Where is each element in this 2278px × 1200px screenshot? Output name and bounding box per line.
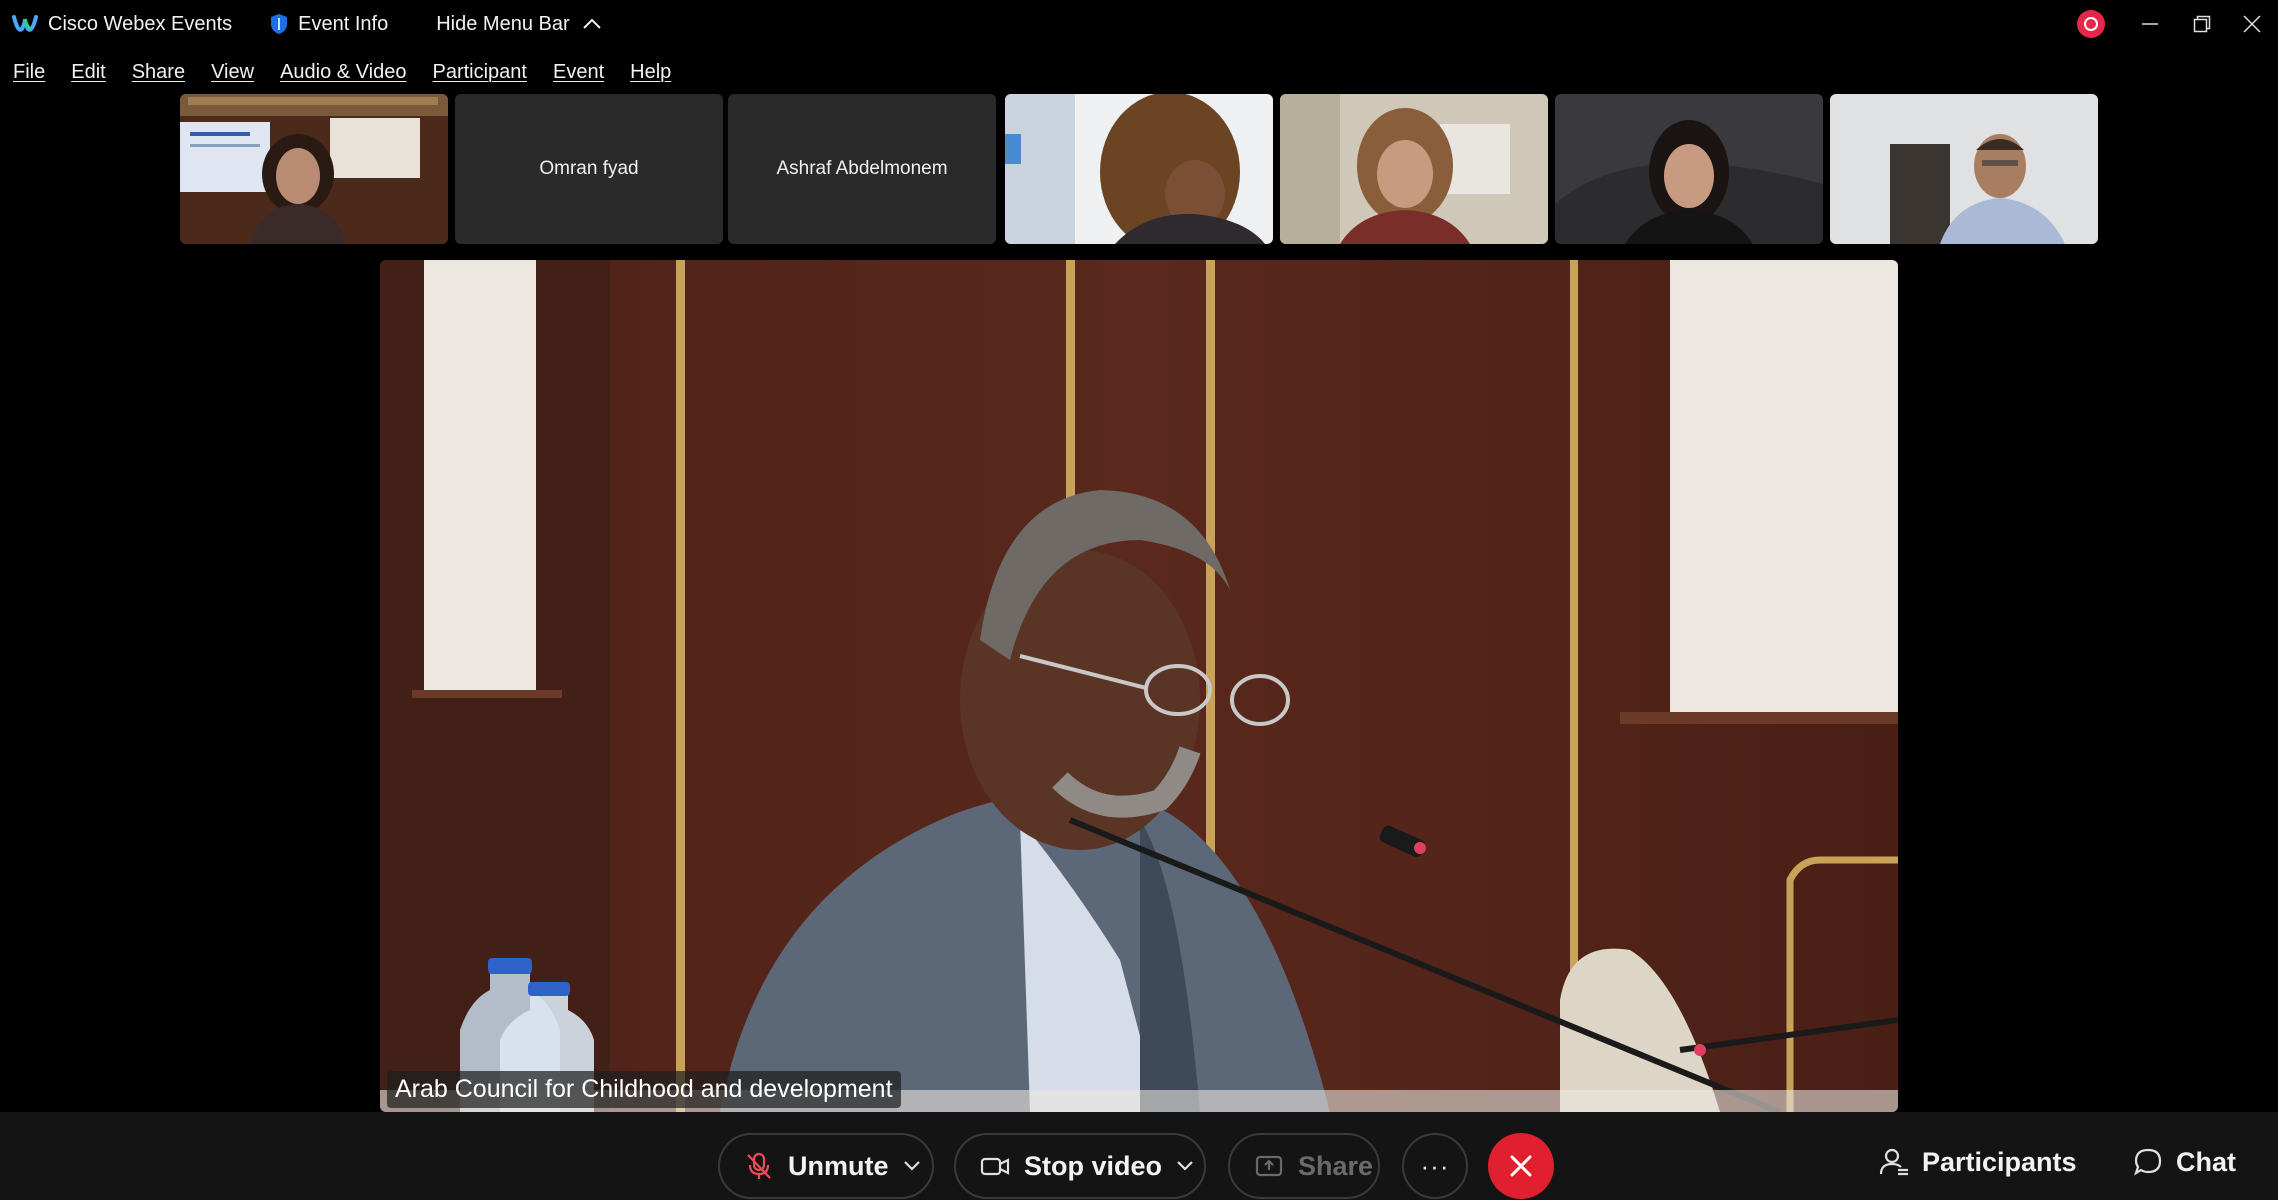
menu-edit[interactable]: Edit: [71, 61, 105, 84]
app-name: Cisco Webex Events: [48, 12, 233, 35]
participants-label: Participants: [1922, 1146, 2077, 1177]
stop-video-label: Stop video: [1024, 1150, 1163, 1181]
close-icon: [1510, 1155, 1532, 1177]
unmute-button[interactable]: Unmute: [718, 1133, 934, 1199]
participant-name-tile[interactable]: Omran fyad: [455, 94, 723, 244]
participant-video: [1280, 94, 1548, 244]
chevron-up-icon: [582, 18, 601, 29]
menu-event[interactable]: Event: [553, 61, 604, 84]
leave-meeting-button[interactable]: [1488, 1133, 1554, 1199]
share-screen-icon: [1255, 1155, 1283, 1177]
menu-view[interactable]: View: [211, 61, 254, 84]
stop-video-button[interactable]: Stop video: [954, 1133, 1206, 1199]
participant-video-tile[interactable]: [1005, 94, 1273, 244]
menu-help[interactable]: Help: [630, 61, 671, 84]
hide-menu-bar-label: Hide Menu Bar: [436, 12, 570, 35]
unmute-label: Unmute: [788, 1150, 889, 1181]
participant-video: [1555, 94, 1823, 244]
close-icon: [2243, 15, 2261, 33]
menu-audio-video[interactable]: Audio & Video: [280, 61, 406, 84]
menu-bar: File Edit Share View Audio & Video Parti…: [0, 52, 697, 92]
chat-button[interactable]: Chat: [2132, 1146, 2236, 1178]
restore-button[interactable]: [2178, 0, 2226, 48]
participant-video: [1830, 94, 2098, 244]
event-info-label: Event Info: [298, 12, 389, 35]
menu-share[interactable]: Share: [132, 61, 185, 84]
more-options-icon: ···: [1420, 1150, 1450, 1181]
participants-button[interactable]: Participants: [1878, 1146, 2077, 1178]
menu-participant[interactable]: Participant: [432, 61, 527, 84]
participant-name: Omran fyad: [539, 158, 639, 179]
shield-icon: [271, 14, 288, 34]
participant-video: [1005, 94, 1273, 244]
participant-name: Ashraf Abdelmonem: [776, 158, 948, 179]
recording-indicator-icon[interactable]: [2077, 10, 2105, 38]
participant-video-tile[interactable]: [1555, 94, 1823, 244]
hide-menu-bar-button[interactable]: Hide Menu Bar: [436, 13, 601, 36]
minimize-button[interactable]: [2126, 0, 2174, 48]
person-icon: [1879, 1148, 1908, 1176]
webex-logo-icon: [12, 13, 38, 35]
participant-video-tile[interactable]: [1830, 94, 2098, 244]
speaker-caption: Arab Council for Childhood and developme…: [387, 1071, 901, 1108]
speaker-video-feed: [380, 260, 1898, 1112]
menu-file[interactable]: File: [13, 61, 45, 84]
microphone-muted-icon: [747, 1152, 771, 1179]
chevron-down-icon[interactable]: [1176, 1160, 1194, 1172]
video-camera-icon: [980, 1157, 1010, 1176]
participant-video: [180, 94, 448, 244]
share-label: Share: [1298, 1150, 1374, 1181]
participant-video-tile[interactable]: [1280, 94, 1548, 244]
participant-name-tile[interactable]: Ashraf Abdelmonem: [728, 94, 996, 244]
more-options-button[interactable]: ···: [1402, 1133, 1468, 1199]
active-speaker-video[interactable]: Arab Council for Childhood and developme…: [380, 260, 1898, 1112]
minimize-icon: [2142, 23, 2158, 25]
event-info-button[interactable]: Event Info: [270, 13, 388, 36]
meeting-control-bar: Unmute Stop video Share ··· Participants: [0, 1112, 2278, 1200]
share-button[interactable]: Share: [1228, 1133, 1380, 1199]
close-window-button[interactable]: [2228, 0, 2276, 48]
chat-bubble-icon: [2134, 1148, 2162, 1176]
title-bar: Cisco Webex Events Event Info Hide Menu …: [0, 0, 2278, 48]
chevron-down-icon[interactable]: [903, 1160, 921, 1172]
participant-video-tile[interactable]: [180, 94, 448, 244]
app-title: Cisco Webex Events: [0, 13, 232, 36]
chat-label: Chat: [2176, 1146, 2236, 1177]
restore-icon: [2193, 15, 2211, 33]
